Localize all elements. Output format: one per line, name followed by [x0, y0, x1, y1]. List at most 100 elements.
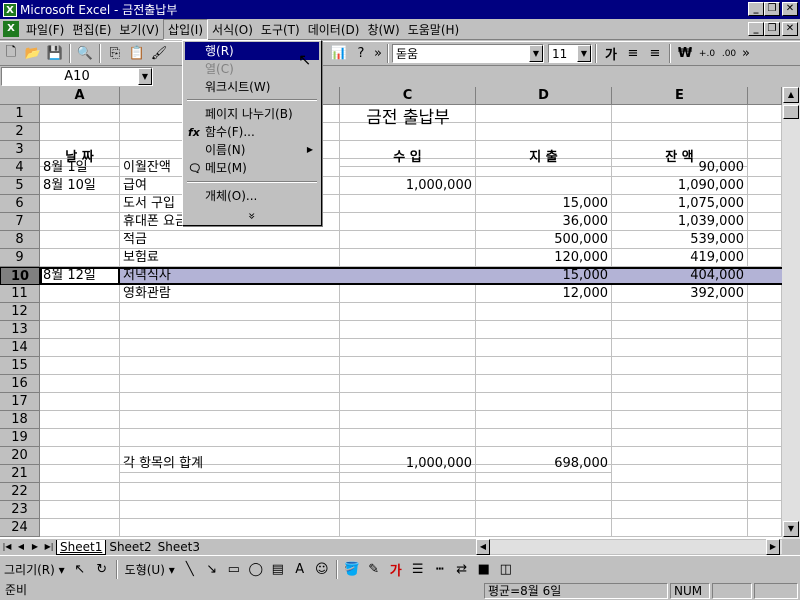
worksheet-grid[interactable]: A B C D E 123456789101112131415161718192… — [0, 87, 782, 539]
font-name-combo[interactable]: 돋움 ▼ — [392, 44, 544, 63]
grid-cell[interactable] — [40, 483, 120, 501]
grid-cell[interactable] — [612, 501, 748, 519]
arrow-style-icon[interactable]: ⇄ — [451, 559, 473, 580]
cell-income[interactable] — [340, 159, 476, 177]
grid-cell[interactable] — [340, 411, 476, 429]
grid-cell[interactable] — [748, 429, 782, 447]
row-header[interactable]: 24 — [0, 519, 40, 537]
format-painter-icon[interactable]: 🖌 — [148, 43, 170, 64]
cell-balance[interactable]: 404,000 — [612, 267, 748, 285]
grid-cell[interactable] — [748, 411, 782, 429]
grid-cell[interactable] — [40, 519, 120, 537]
first-sheet-icon[interactable]: |◀ — [0, 540, 14, 554]
scroll-up-icon[interactable]: ▲ — [783, 87, 799, 103]
grid-cell[interactable] — [340, 339, 476, 357]
select-all-button[interactable] — [0, 87, 40, 105]
column-header-d[interactable]: D — [476, 87, 612, 105]
row-header[interactable]: 20 — [0, 447, 40, 465]
draw-menu-button[interactable]: 그리기(R) ▾ — [0, 561, 69, 578]
cell-balance[interactable]: 1,090,000 — [612, 177, 748, 195]
menu-tools[interactable]: 도구(T) — [257, 20, 304, 39]
grid-cell[interactable] — [748, 375, 782, 393]
cell-date[interactable] — [40, 285, 120, 303]
more-buttons-icon[interactable]: » — [372, 43, 384, 64]
grid-cell[interactable] — [748, 231, 782, 249]
menu-window[interactable]: 창(W) — [363, 20, 403, 39]
doc-restore-button[interactable]: ❐ — [764, 22, 780, 36]
chevron-down-icon[interactable]: ▼ — [529, 45, 543, 62]
grid-cell[interactable] — [120, 303, 340, 321]
grid-cell[interactable] — [340, 375, 476, 393]
wordart-icon[interactable]: A — [289, 559, 311, 580]
grid-cell[interactable] — [612, 321, 748, 339]
row-header[interactable]: 9 — [0, 249, 40, 267]
grid-cell[interactable] — [748, 141, 782, 159]
cell-expense[interactable]: 36,000 — [476, 213, 612, 231]
workbook-icon[interactable]: X — [3, 21, 19, 37]
cell-expense[interactable]: 15,000 — [476, 267, 612, 285]
next-sheet-icon[interactable]: ▶ — [28, 540, 42, 554]
align-center-icon[interactable]: ≡ — [644, 43, 666, 64]
row-header[interactable]: 12 — [0, 303, 40, 321]
cell-income[interactable] — [340, 195, 476, 213]
line-style-icon[interactable]: ☰ — [407, 559, 429, 580]
copy-icon[interactable]: ⎘ — [104, 43, 126, 64]
row-header[interactable]: 19 — [0, 429, 40, 447]
cell-balance[interactable]: 419,000 — [612, 249, 748, 267]
grid-cell[interactable] — [748, 519, 782, 537]
grid-cell[interactable] — [476, 339, 612, 357]
decrease-decimal-icon[interactable]: .00 — [718, 43, 740, 64]
doc-minimize-button[interactable]: _ — [748, 22, 764, 36]
grid-cell[interactable] — [120, 483, 340, 501]
column-header-e[interactable]: E — [612, 87, 748, 105]
3d-icon[interactable]: ◫ — [495, 559, 517, 580]
cell-item[interactable]: 적금 — [120, 231, 340, 249]
grid-cell[interactable] — [612, 447, 748, 465]
grid-cell[interactable] — [120, 375, 340, 393]
grid-cell[interactable] — [340, 519, 476, 537]
bold-button[interactable]: 가 — [600, 43, 622, 64]
cell-income[interactable] — [340, 267, 476, 285]
print-preview-icon[interactable]: 🔍 — [74, 43, 96, 64]
clip-art-icon[interactable]: ☺ — [311, 559, 333, 580]
grid-cell[interactable] — [40, 411, 120, 429]
arrow-icon[interactable]: ↘ — [201, 559, 223, 580]
font-color-button[interactable]: 가 — [385, 559, 407, 580]
rectangle-icon[interactable]: ▭ — [223, 559, 245, 580]
grid-cell[interactable] — [340, 429, 476, 447]
paste-icon[interactable]: 📋 — [126, 43, 148, 64]
grid-cell[interactable] — [748, 159, 782, 177]
column-header-f[interactable] — [748, 87, 782, 105]
sheet-tab-1[interactable]: Sheet1 — [56, 539, 107, 555]
menu-item-worksheet[interactable]: 워크시트(W) — [185, 78, 319, 96]
help-icon[interactable]: ? — [350, 43, 372, 64]
cell-date[interactable]: 8월 12일 — [40, 267, 120, 285]
cell-date[interactable]: 8월 10일 — [40, 177, 120, 195]
cell-expense[interactable]: 500,000 — [476, 231, 612, 249]
grid-cell[interactable] — [612, 357, 748, 375]
grid-cell[interactable] — [120, 411, 340, 429]
row-header[interactable]: 8 — [0, 231, 40, 249]
grid-cell[interactable] — [748, 195, 782, 213]
grid-cell[interactable] — [120, 321, 340, 339]
row-header[interactable]: 2 — [0, 123, 40, 141]
cell-balance[interactable]: 539,000 — [612, 231, 748, 249]
grid-cell[interactable] — [748, 123, 782, 141]
grid-cell[interactable] — [40, 105, 120, 123]
grid-cell[interactable] — [476, 519, 612, 537]
save-icon[interactable]: 💾 — [44, 43, 66, 64]
menu-insert[interactable]: 삽입(I) — [163, 18, 209, 40]
column-header-a[interactable]: A — [40, 87, 120, 105]
menu-view[interactable]: 보기(V) — [115, 20, 163, 39]
grid-cell[interactable] — [748, 177, 782, 195]
last-sheet-icon[interactable]: ▶| — [42, 540, 56, 554]
menu-item-function[interactable]: fx 함수(F)... — [185, 123, 319, 141]
menu-format[interactable]: 서식(O) — [208, 20, 257, 39]
scroll-down-icon[interactable]: ▼ — [783, 521, 799, 537]
grid-cell[interactable] — [476, 357, 612, 375]
row-header[interactable]: 21 — [0, 465, 40, 483]
grid-cell[interactable] — [748, 393, 782, 411]
grid-cell[interactable] — [120, 429, 340, 447]
cell-item[interactable]: 저녁식사 — [120, 267, 340, 285]
vertical-scrollbar[interactable]: ▲ ▼ — [782, 87, 800, 539]
